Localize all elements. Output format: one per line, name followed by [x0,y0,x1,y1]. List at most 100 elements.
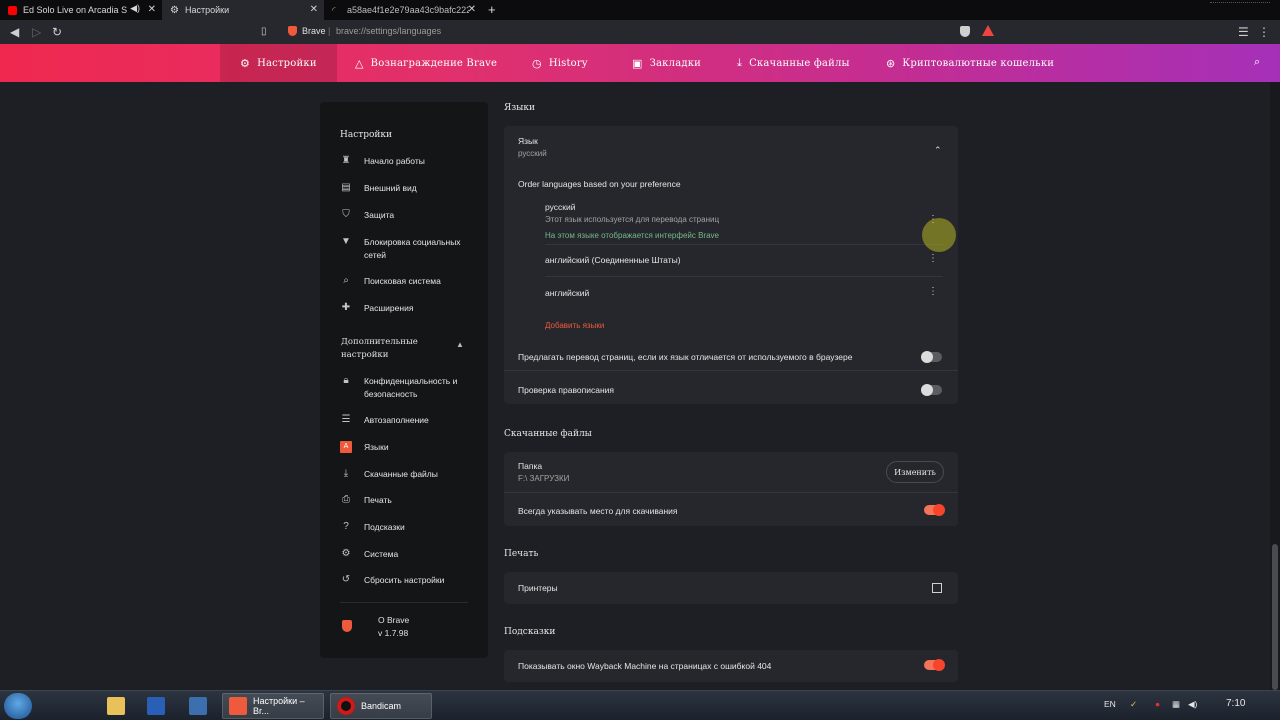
chevron-up-icon[interactable]: ⌃ [934,145,942,156]
order-label: Order languages based on your preference [518,179,681,189]
external-link-icon[interactable] [932,583,942,593]
nav-rewards[interactable]: △ Вознаграждение Brave [355,44,497,82]
record-icon [337,697,355,715]
language-label: Язык [518,136,538,146]
speaker-icon[interactable]: ◀) [130,3,140,14]
tab-hash[interactable]: ◜ a58ae4f1e2e79aa43c9bafc222d41... ✕ [324,0,482,20]
sidebar-item-autofill[interactable]: ☰ Автозаполнение [340,414,464,427]
window-controls[interactable] [1210,2,1270,14]
new-tab-button[interactable]: + [488,2,496,17]
tab-title: a58ae4f1e2e79aa43c9bafc222d41... [347,5,469,15]
close-icon[interactable]: ✕ [148,4,156,15]
about-label: О Brave [378,615,410,625]
sidebar-item-extensions[interactable]: ✚ Расширения [340,302,464,315]
wallet-icon: ⊛ [886,56,896,70]
taskbar-brave[interactable]: Настройки – Br... [222,693,324,719]
print-card[interactable]: Принтеры [504,572,958,604]
menu-icon[interactable]: ☰ [1238,25,1249,39]
taskbar-bandicam[interactable]: Bandicam [330,693,432,719]
record-icon[interactable]: ● [1155,699,1160,709]
translate-toggle[interactable] [921,351,942,363]
sidebar-item-search[interactable]: ⌕ Поисковая система [340,275,464,288]
nav-history[interactable]: ◷ History [532,44,588,82]
suggest-card: Показывать окно Wayback Machine на стран… [504,650,958,682]
divider [504,370,958,371]
forward-icon[interactable]: ▷ [32,25,41,39]
languages-card: Язык русский Order languages based on yo… [504,126,958,404]
language-name: английский [545,288,590,298]
sidebar-item-printing[interactable]: ⎙ Печать [340,494,464,507]
ask-location-toggle[interactable] [924,504,945,516]
scrollbar-thumb[interactable] [1272,544,1278,690]
nav-bookmarks[interactable]: ▣ Закладки [632,44,701,82]
sidebar-item-label: Сбросить настройки [364,575,445,585]
sidebar-advanced[interactable]: Дополнительные настройки [341,336,441,362]
sidebar-item-reset[interactable]: ↺ Сбросить настройки [340,574,464,587]
tab-youtube[interactable]: Ed Solo Live on Arcadia Stage ◀) ✕ [0,0,162,20]
nav-label: Скачанные файлы [749,57,850,69]
scrollbar[interactable] [1270,82,1280,690]
extensions-icon[interactable]: ⋮ [1258,25,1270,39]
sidebar-divider [340,602,468,603]
version-label: v 1.7.98 [378,628,409,638]
wayback-toggle[interactable] [924,659,945,671]
network-icon[interactable]: ▦ [1172,699,1180,710]
brave-shield-icon [288,26,297,36]
bookmark-icon[interactable]: ▯ [261,26,267,37]
sidebar-item-appearance[interactable]: ▤ Внешний вид [340,182,464,195]
change-folder-button[interactable]: Изменить [886,461,944,483]
back-icon[interactable]: ◀ [10,25,19,39]
language-icon: A [340,441,352,453]
sidebar-item-system[interactable]: ⚙ Система [340,548,464,561]
shields-icon[interactable] [960,26,970,37]
sidebar-item-label: Печать [364,495,392,505]
language-indicator[interactable]: EN [1104,699,1116,709]
brave-logo-icon [342,620,352,632]
reload-icon[interactable]: ↻ [52,25,62,39]
clock[interactable]: 7:10 [1226,698,1245,709]
sidebar-item-shields[interactable]: ⛉ Защита [340,209,464,222]
sidebar-item-label: Система [364,549,399,559]
close-icon[interactable]: ✕ [468,4,476,15]
spellcheck-toggle[interactable] [921,384,942,396]
sidebar-item-help-tips[interactable]: ? Подсказки [340,521,464,534]
sidebar-item-social-blocking[interactable]: ▼ Блокировка социальных сетей [340,236,464,262]
sidebar-about[interactable]: О Brave v 1.7.98 [378,614,409,640]
taskbar-label: Bandicam [361,701,402,711]
sidebar-item-label: Языки [364,442,389,452]
brave-logo-icon [229,697,247,715]
tray-app-icon[interactable]: ✓ [1130,699,1137,710]
rewards-icon: △ [355,56,364,70]
add-languages-link[interactable]: Добавить языки [545,321,604,330]
section-title-print: Печать [504,549,539,559]
rewards-icon[interactable] [982,25,994,36]
tab-title: Ed Solo Live on Arcadia Stage [23,5,127,15]
volume-icon[interactable]: ◀) [1188,699,1197,710]
chevron-up-icon[interactable]: ▲ [456,340,464,349]
sidebar-item-privacy[interactable]: 🔒︎ Конфиденциальность и безопасность [340,375,464,401]
sidebar-item-languages[interactable]: A Языки [340,441,464,454]
more-icon[interactable]: ⋮ [928,254,938,264]
ask-location-label: Всегда указывать место для скачивания [518,506,678,516]
cursor-highlight [922,218,956,252]
folder-label: Папка [518,461,543,471]
tab-settings[interactable]: ⚙ Настройки ✕ [162,0,324,20]
nav-downloads[interactable]: ⤓ Скачанные файлы [737,44,850,82]
save-app-icon[interactable] [144,693,168,719]
close-icon[interactable]: ✕ [310,4,318,15]
explorer-icon[interactable] [104,693,128,719]
snip-app-icon[interactable] [186,693,210,719]
nav-label: Закладки [649,57,702,69]
more-icon[interactable]: ⋮ [928,287,938,297]
search-icon[interactable]: ⌕ [1254,56,1260,69]
address-bar[interactable]: Brave | brave://settings/languages [278,23,998,41]
gear-icon: ⚙ [170,4,179,16]
sidebar-item-downloads[interactable]: ⤓ Скачанные файлы [340,468,464,481]
sidebar-item-label: Блокировка социальных сетей [364,237,461,260]
nav-settings[interactable]: ⚙ Настройки [220,44,337,82]
nav-wallets[interactable]: ⊛ Криптовалютные кошельки [886,44,1054,82]
puzzle-icon: ✚ [341,302,351,313]
start-button[interactable] [4,693,32,719]
section-title-suggest: Подсказки [504,627,556,637]
sidebar-item-get-started[interactable]: ♜ Начало работы [340,155,464,168]
